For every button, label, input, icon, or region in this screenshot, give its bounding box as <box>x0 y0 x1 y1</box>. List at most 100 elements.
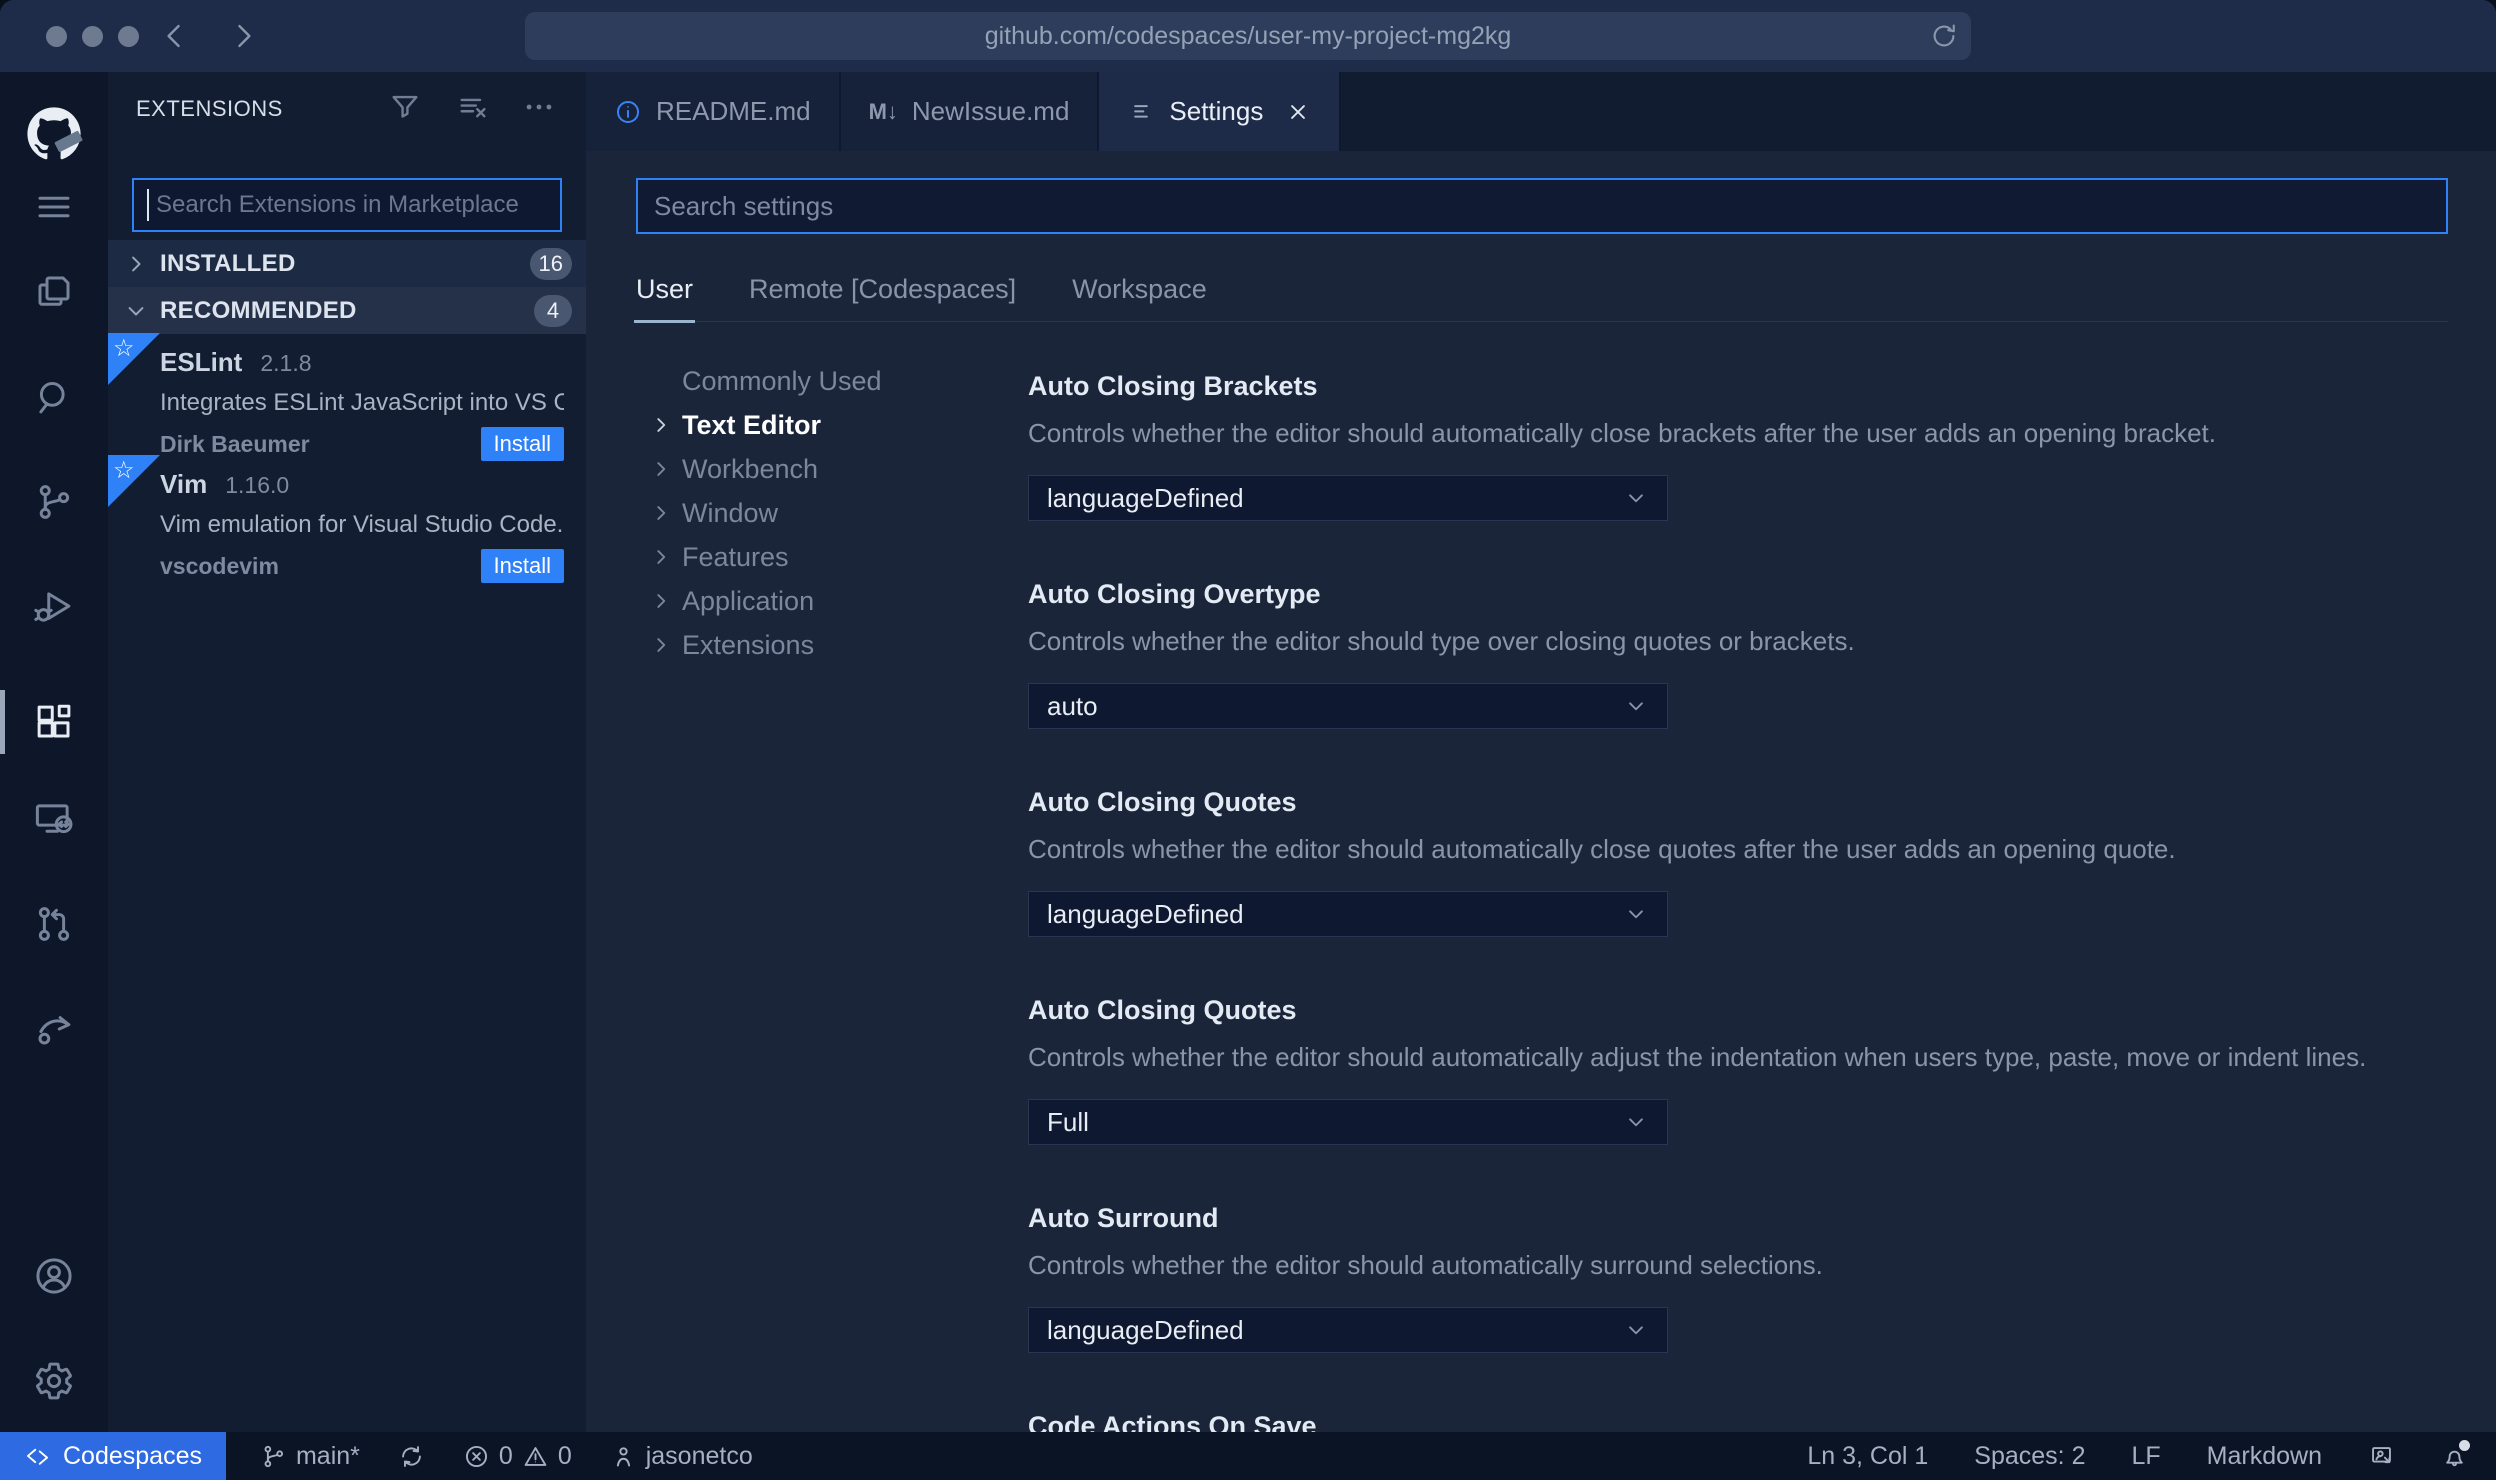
setting-title: Auto Closing Overtype <box>1028 579 1321 609</box>
section-count-badge: 4 <box>534 294 572 327</box>
setting-dropdown[interactable]: auto <box>1028 683 1668 729</box>
toc-label: Features <box>682 541 789 572</box>
settings-scope-tabs: User Remote [Codespaces] Workspace <box>633 269 2448 323</box>
eol-sequence[interactable]: LF <box>2131 1442 2160 1471</box>
scope-tab-workspace[interactable]: Workspace <box>1072 274 1207 321</box>
setting-auto-closing-overtype: Auto Closing Overtype Controls whether t… <box>1028 569 2448 777</box>
install-button[interactable]: Install <box>480 549 564 583</box>
toc-item-application[interactable]: Application <box>648 579 1018 623</box>
setting-description: Controls whether the editor should autom… <box>1028 418 2217 448</box>
extension-author: Dirk Baeumer <box>160 430 310 457</box>
setting-dropdown[interactable]: languageDefined <box>1028 891 1668 937</box>
setting-title: Auto Closing Quotes <box>1028 995 1297 1025</box>
cursor-position[interactable]: Ln 3, Col 1 <box>1807 1442 1928 1471</box>
filter-icon[interactable] <box>388 90 422 124</box>
notifications[interactable] <box>2441 1439 2470 1470</box>
chevron-down-icon <box>1629 1118 1643 1127</box>
dropdown-value: Full <box>1047 1106 1089 1137</box>
sync-icon[interactable] <box>398 1443 425 1470</box>
branch-indicator[interactable]: main* <box>260 1442 360 1471</box>
pull-requests-icon[interactable] <box>33 903 75 945</box>
section-label: RECOMMENDED <box>160 296 357 324</box>
user-indicator[interactable]: jasonetco <box>610 1442 753 1471</box>
scope-tab-user[interactable]: User <box>633 274 696 323</box>
section-recommended[interactable]: RECOMMENDED 4 <box>108 287 586 334</box>
feedback-icon[interactable] <box>2368 1443 2395 1470</box>
account-icon[interactable] <box>33 1255 75 1297</box>
run-debug-icon[interactable] <box>33 586 75 628</box>
status-right-group: Ln 3, Col 1 Spaces: 2 LF Markdown <box>1807 1439 2470 1471</box>
setting-dropdown[interactable]: languageDefined <box>1028 475 1668 521</box>
dropdown-value: languageDefined <box>1047 482 1244 513</box>
language-mode[interactable]: Markdown <box>2207 1442 2322 1471</box>
extension-version: 1.16.0 <box>225 472 290 498</box>
toc-label: Window <box>682 497 779 528</box>
extensions-icon[interactable] <box>33 701 75 743</box>
extension-description: Integrates ESLint JavaScript into VS C..… <box>160 389 564 416</box>
settings-gear-icon[interactable] <box>33 1360 75 1402</box>
person-icon <box>616 1446 630 1466</box>
window-controls <box>46 26 139 47</box>
menu-icon[interactable] <box>33 186 75 228</box>
address-bar[interactable]: github.com/codespaces/user-my-project-mg… <box>525 12 1971 60</box>
toc-item-text-editor[interactable]: Text Editor <box>648 403 1018 447</box>
remote-indicator[interactable]: Codespaces <box>0 1432 226 1480</box>
toc-label: Workbench <box>682 453 819 484</box>
problems-indicator[interactable]: 0 0 <box>463 1442 572 1471</box>
chevron-right-icon <box>657 506 666 520</box>
status-bar: Codespaces main* 0 0 jasonetco Ln 3, Col… <box>0 1432 2496 1480</box>
settings-toc: Commonly Used Text Editor Workbench Wind… <box>648 359 1018 667</box>
info-icon <box>616 100 640 123</box>
back-icon[interactable] <box>158 19 192 53</box>
clear-list-icon[interactable] <box>456 90 490 124</box>
more-actions-icon[interactable] <box>522 90 556 124</box>
tab-settings[interactable]: Settings <box>1099 72 1342 151</box>
setting-dropdown[interactable]: languageDefined <box>1028 1307 1668 1353</box>
settings-editor-icon <box>1134 104 1149 118</box>
forward-icon[interactable] <box>226 19 260 53</box>
browser-window: github.com/codespaces/user-my-project-mg… <box>0 0 2496 1480</box>
tab-newissue[interactable]: M↓ NewIssue.md <box>840 72 1100 151</box>
toc-item-workbench[interactable]: Workbench <box>648 447 1018 491</box>
status-left-group: main* 0 0 jasonetco <box>260 1442 753 1471</box>
chevron-down-icon <box>1629 910 1643 919</box>
toc-item-commonly-used[interactable]: Commonly Used <box>648 359 1018 403</box>
tab-readme[interactable]: README.md <box>586 72 841 151</box>
close-icon[interactable] <box>1285 99 1311 125</box>
chevron-right-icon <box>657 462 666 476</box>
window-zoom-button[interactable] <box>118 26 139 47</box>
tab-label: README.md <box>656 96 811 126</box>
toc-item-window[interactable]: Window <box>648 491 1018 535</box>
chevron-down-icon <box>1629 494 1643 503</box>
errors-icon <box>465 1445 487 1467</box>
notification-dot <box>2459 1439 2470 1451</box>
reload-icon[interactable] <box>1929 21 1959 51</box>
tab-label: Settings <box>1169 96 1264 126</box>
settings-search-input[interactable] <box>638 180 2446 232</box>
window-minimize-button[interactable] <box>82 26 103 47</box>
source-control-icon[interactable] <box>33 481 75 523</box>
remote-explorer-icon[interactable] <box>33 798 75 840</box>
setting-title: Auto Surround <box>1028 1203 1219 1233</box>
search-icon[interactable] <box>33 376 75 418</box>
settings-list: Auto Closing Brackets Controls whether t… <box>1028 361 2448 1480</box>
scope-tab-remote[interactable]: Remote [Codespaces] <box>749 274 1016 321</box>
extension-name: ESLint <box>160 347 243 377</box>
extension-card-vim[interactable]: ☆ Vim 1.16.0 Vim emulation for Visual St… <box>108 455 586 583</box>
settings-search-box <box>636 178 2448 234</box>
explorer-icon[interactable] <box>33 271 75 313</box>
live-share-icon[interactable] <box>33 1008 75 1050</box>
extension-card-eslint[interactable]: ☆ ESLint 2.1.8 Integrates ESLint JavaScr… <box>108 333 586 461</box>
setting-dropdown[interactable]: Full <box>1028 1099 1668 1145</box>
chevron-down-icon <box>1629 1326 1643 1335</box>
window-close-button[interactable] <box>46 26 67 47</box>
section-installed[interactable]: INSTALLED 16 <box>108 240 586 287</box>
user-label: jasonetco <box>645 1441 753 1470</box>
indentation[interactable]: Spaces: 2 <box>1974 1442 2085 1471</box>
toc-item-features[interactable]: Features <box>648 535 1018 579</box>
toc-item-extensions[interactable]: Extensions <box>648 623 1018 667</box>
extensions-search-input[interactable] <box>134 180 560 230</box>
tab-label: NewIssue.md <box>911 96 1070 126</box>
remote-icon <box>26 1448 49 1465</box>
extensions-sidebar: EXTENSIONS INSTALLED 16 RECOMMENDED 4 ☆ <box>108 72 586 1432</box>
